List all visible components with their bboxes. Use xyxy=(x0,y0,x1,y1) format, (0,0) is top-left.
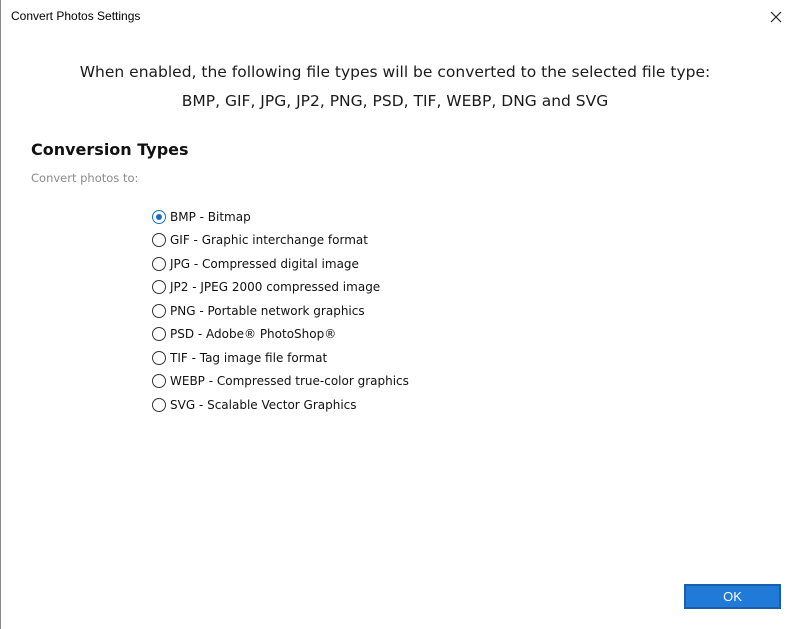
window-title: Convert Photos Settings xyxy=(11,9,141,23)
radio-option-svg[interactable]: SVG - Scalable Vector Graphics xyxy=(152,393,409,417)
radio-option-png[interactable]: PNG - Portable network graphics xyxy=(152,299,409,323)
radio-button[interactable] xyxy=(152,233,166,248)
radio-option-bmp[interactable]: BMP - Bitmap xyxy=(152,205,409,229)
section-title: Conversion Types xyxy=(31,140,189,159)
radio-button[interactable] xyxy=(152,374,166,389)
section-subtitle: Convert photos to: xyxy=(31,171,139,185)
close-button[interactable] xyxy=(763,4,788,30)
title-bar: Convert Photos Settings xyxy=(1,0,788,30)
intro-line-2: BMP, GIF, JPG, JP2, PNG, PSD, TIF, WEBP,… xyxy=(181,92,609,110)
convert-photos-dialog: Convert Photos Settings When enabled, th… xyxy=(0,0,788,629)
radio-label: JPG - Compressed digital image xyxy=(170,256,359,271)
intro-text: When enabled, the following file types w… xyxy=(1,58,788,116)
conversion-type-radio-group: BMP - Bitmap GIF - Graphic interchange f… xyxy=(152,205,409,417)
radio-label: WEBP - Compressed true-color graphics xyxy=(170,374,409,389)
radio-option-gif[interactable]: GIF - Graphic interchange format xyxy=(152,229,409,253)
radio-button[interactable] xyxy=(152,303,166,318)
radio-label: SVG - Scalable Vector Graphics xyxy=(170,397,357,412)
radio-button[interactable] xyxy=(152,209,166,224)
radio-label: TIF - Tag image file format xyxy=(170,350,328,365)
radio-label: GIF - Graphic interchange format xyxy=(170,233,368,248)
radio-option-jpg[interactable]: JPG - Compressed digital image xyxy=(152,252,409,276)
radio-option-webp[interactable]: WEBP - Compressed true-color graphics xyxy=(152,370,409,394)
radio-label: BMP - Bitmap xyxy=(170,209,251,224)
radio-label: PSD - Adobe® PhotoShop® xyxy=(170,327,337,342)
close-icon xyxy=(770,11,782,23)
radio-button[interactable] xyxy=(152,397,166,412)
radio-button[interactable] xyxy=(152,280,166,295)
radio-label: JP2 - JPEG 2000 compressed image xyxy=(170,280,381,295)
radio-option-jp2[interactable]: JP2 - JPEG 2000 compressed image xyxy=(152,276,409,300)
ok-button[interactable]: OK xyxy=(684,584,781,609)
radio-button[interactable] xyxy=(152,350,166,365)
radio-label: PNG - Portable network graphics xyxy=(170,303,365,318)
radio-button[interactable] xyxy=(152,256,166,271)
radio-button[interactable] xyxy=(152,327,166,342)
radio-option-tif[interactable]: TIF - Tag image file format xyxy=(152,346,409,370)
intro-line-1: When enabled, the following file types w… xyxy=(79,63,711,81)
radio-option-psd[interactable]: PSD - Adobe® PhotoShop® xyxy=(152,323,409,347)
